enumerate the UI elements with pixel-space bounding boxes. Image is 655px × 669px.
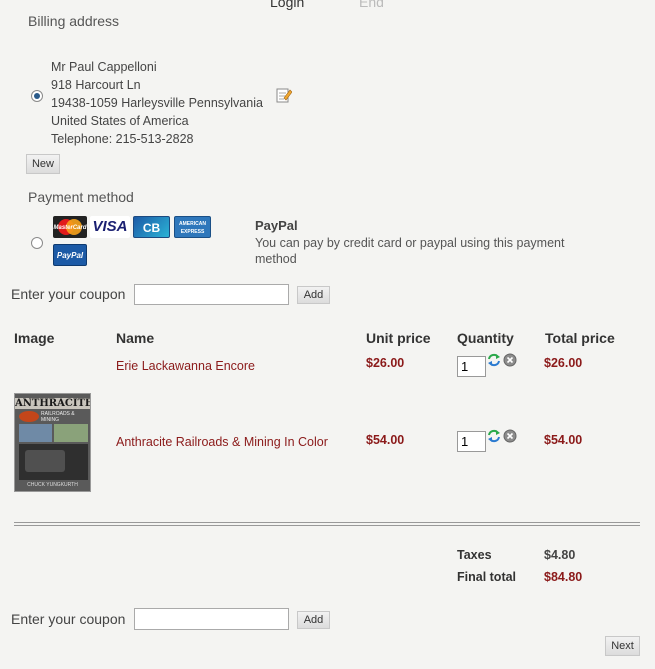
address-city: 19438-1059 Harleysville Pennsylvania [51,96,263,110]
coupon-label: Enter your coupon [11,611,126,627]
billing-address-radio[interactable] [31,90,43,102]
paypal-description: You can pay by credit card or paypal usi… [255,236,565,266]
cb-icon: CB [133,216,170,238]
address-phone: Telephone: 215-513-2828 [51,132,194,146]
paypal-icon: PayPal [53,244,87,266]
amex-icon: AMERICAN EXPRESS [174,216,211,238]
quantity-input[interactable] [457,431,486,452]
unit-price: $54.00 [366,433,405,447]
step-login: Login [270,0,305,10]
remove-icon[interactable] [503,353,517,367]
col-name-header: Name [116,330,155,346]
billing-title: Billing address [28,13,120,29]
refresh-icon[interactable] [487,429,501,443]
next-button[interactable]: Next [605,636,640,656]
taxes-label: Taxes [457,548,492,562]
address-name: Mr Paul Cappelloni [51,60,157,74]
coupon-input[interactable] [134,284,289,305]
address-country: United States of America [51,114,189,128]
mastercard-icon: MasterCard [53,216,87,238]
final-total-value: $84.80 [544,570,583,584]
cover-subtitle: RAILROADS & MINING [41,411,75,423]
paypal-title: PayPal [255,218,298,233]
total-price: $26.00 [544,356,583,370]
col-quantity-header: Quantity [457,330,514,346]
address-street: 918 Harcourt Ln [51,78,141,92]
total-price: $54.00 [544,433,583,447]
step-end: End [359,0,384,10]
quantity-input[interactable] [457,356,486,377]
col-total-price-header: Total price [545,330,615,346]
product-thumbnail[interactable]: ANTHRACITE RAILROADS & MINING CHUCK YUNG… [14,393,91,492]
unit-price: $26.00 [366,356,405,370]
visa-icon: VISA [90,216,130,238]
col-image-header: Image [14,330,55,346]
col-unit-price-header: Unit price [366,330,431,346]
cover-title: ANTHRACITE [15,398,91,409]
final-total-label: Final total [457,570,517,584]
payment-logos: MasterCard VISA CB AMERICAN EXPRESS PayP… [53,216,213,268]
coupon-input[interactable] [134,608,289,630]
coupon-add-button[interactable]: Add [297,286,330,304]
new-address-button[interactable]: New [26,154,60,174]
payment-title: Payment method [28,189,134,205]
remove-icon[interactable] [503,429,517,443]
product-link[interactable]: Anthracite Railroads & Mining In Color [116,435,328,449]
product-link[interactable]: Erie Lackawanna Encore [116,359,255,373]
edit-address-icon[interactable] [276,87,293,103]
coupon-add-button[interactable]: Add [297,611,330,629]
refresh-icon[interactable] [487,353,501,367]
paypal-radio[interactable] [31,237,43,249]
cover-author: CHUCK YUNGKURTH [27,482,78,488]
mastercard-label: MasterCard [53,225,87,231]
coupon-label: Enter your coupon [11,286,126,302]
taxes-value: $4.80 [544,548,576,562]
cart-divider [14,522,640,526]
billing-address: Mr Paul Cappelloni 918 Harcourt Ln 19438… [51,58,263,148]
